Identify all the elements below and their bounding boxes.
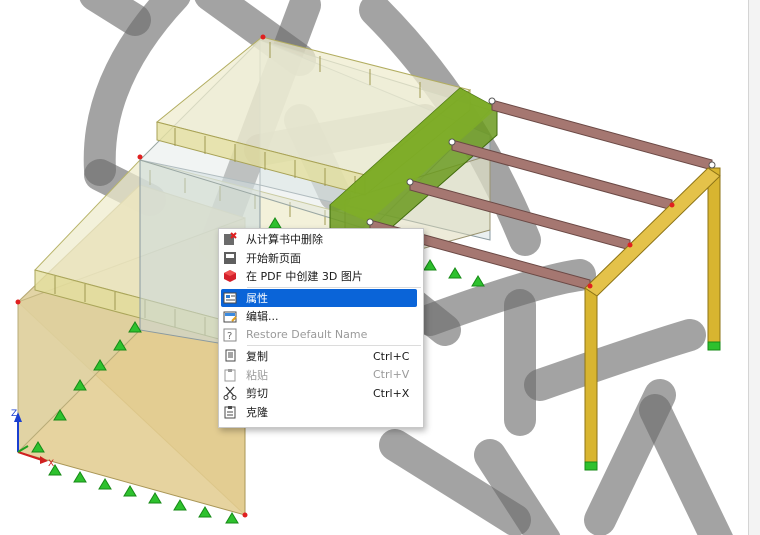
side-panel-edge [748, 0, 760, 535]
menu-separator [247, 286, 421, 288]
paste-icon [222, 367, 238, 383]
restore-icon: ? [222, 327, 238, 343]
report-remove-icon [222, 231, 238, 247]
menu-item-cut[interactable]: 剪切 Ctrl+X [221, 384, 421, 403]
menu-item-shortcut: Ctrl+C [373, 349, 410, 363]
edit-icon [222, 308, 238, 324]
menu-item-label: 开始新页面 [246, 251, 301, 265]
properties-icon [222, 290, 238, 306]
menu-item-label: 克隆 [246, 405, 268, 419]
copy-icon [222, 348, 238, 364]
menu-item-label: 在 PDF 中创建 3D 图片 [246, 270, 363, 284]
menu-item-restore-default-name[interactable]: ? Restore Default Name [221, 326, 421, 345]
pdf-3d-icon [222, 268, 238, 284]
axis-z-label: Z [11, 409, 17, 419]
menu-separator [247, 345, 421, 346]
menu-item-shortcut: Ctrl+X [373, 386, 410, 400]
new-page-icon [222, 250, 238, 266]
menu-item-label: 从计算书中删除 [246, 233, 323, 247]
menu-item-properties[interactable]: 属性 [221, 288, 417, 307]
menu-item-copy[interactable]: 复制 Ctrl+C [221, 347, 421, 366]
menu-item-label: 复制 [246, 350, 268, 364]
clone-icon [222, 404, 238, 420]
menu-item-label: Restore Default Name [246, 328, 368, 342]
menu-item-shortcut: Ctrl+V [373, 368, 410, 382]
menu-item-label: 属性 [246, 291, 268, 305]
menu-item-clone[interactable]: 克隆 [221, 403, 421, 422]
scissors-icon [222, 385, 238, 401]
axis-x-label: X [48, 459, 54, 469]
menu-item-edit[interactable]: 编辑... [221, 307, 421, 326]
menu-item-label: 粘贴 [246, 368, 268, 382]
menu-item-new-page[interactable]: 开始新页面 [221, 249, 421, 268]
menu-item-label: 编辑... [246, 310, 279, 324]
menu-item-paste[interactable]: 粘贴 Ctrl+V [221, 366, 421, 385]
menu-item-label: 剪切 [246, 387, 268, 401]
menu-item-remove-from-report[interactable]: 从计算书中删除 [221, 230, 421, 249]
menu-item-create-pdf-3d[interactable]: 在 PDF 中创建 3D 图片 [221, 267, 421, 286]
svg-text:?: ? [227, 331, 232, 342]
context-menu: 从计算书中删除 开始新页面 在 PDF 中创建 3D 图片 属性 编辑... ? [218, 228, 424, 428]
